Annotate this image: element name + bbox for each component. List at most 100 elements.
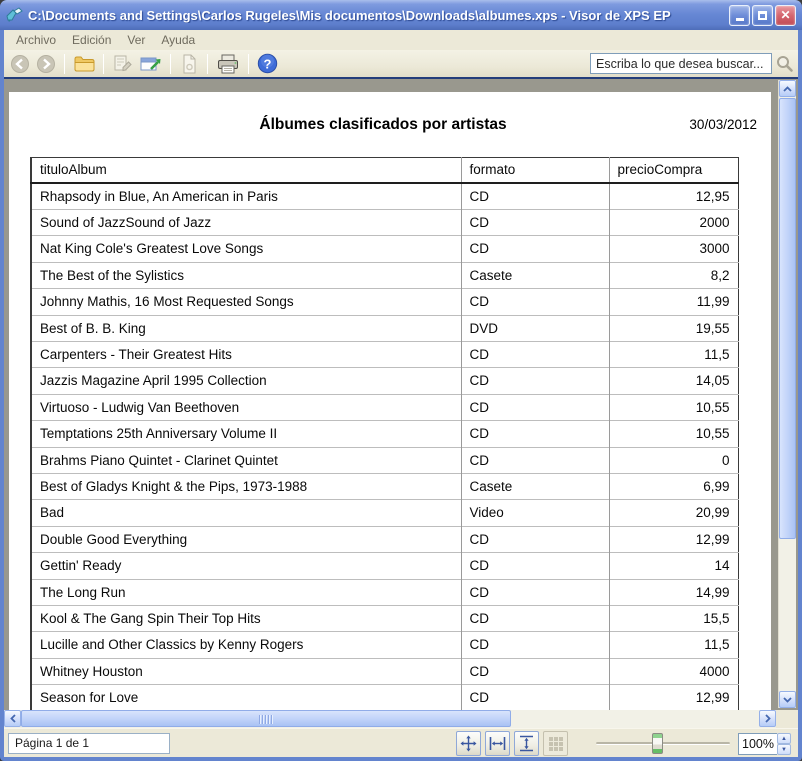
document-page: Álbumes clasificados por artistas 30/03/…	[9, 92, 771, 710]
zoom-slider-track[interactable]	[596, 742, 730, 745]
price-cell: 12,95	[609, 183, 738, 210]
album-title-cell: Season for Love	[31, 685, 461, 710]
table-row: Lucille and Other Classics by Kenny Roge…	[31, 632, 738, 658]
save-copy-button[interactable]	[71, 52, 97, 76]
thumbnails-button[interactable]	[543, 731, 568, 756]
album-title-cell: Sound of JazzSound of Jazz	[31, 209, 461, 235]
vertical-scrollbar[interactable]	[778, 80, 796, 708]
album-title-cell: Kool & The Gang Spin Their Top Hits	[31, 606, 461, 632]
format-cell: CD	[461, 289, 609, 315]
album-title-cell: The Long Run	[31, 579, 461, 605]
table-row: Gettin' ReadyCD14	[31, 553, 738, 579]
search-input[interactable]	[590, 53, 772, 74]
format-cell: DVD	[461, 315, 609, 341]
price-cell: 10,55	[609, 394, 738, 420]
menu-archivo[interactable]: Archivo	[8, 31, 64, 49]
horizontal-scrollbar[interactable]	[4, 710, 776, 728]
format-cell: CD	[461, 394, 609, 420]
document-icon	[181, 54, 198, 74]
format-cell: CD	[461, 658, 609, 684]
print-button[interactable]	[214, 52, 242, 76]
permissions-button[interactable]	[110, 52, 135, 76]
maximize-button[interactable]	[752, 5, 773, 26]
fit-page-button[interactable]	[456, 731, 481, 756]
format-cell: Video	[461, 500, 609, 526]
album-title-cell: Virtuoso - Ludwig Van Beethoven	[31, 394, 461, 420]
price-cell: 19,55	[609, 315, 738, 341]
price-cell: 0	[609, 447, 738, 473]
format-cell: CD	[461, 553, 609, 579]
scroll-down-button[interactable]	[779, 691, 796, 708]
back-button[interactable]	[8, 52, 32, 76]
document-properties-button[interactable]	[177, 52, 201, 76]
albums-table: tituloAlbum formato precioCompra Rhapsod…	[30, 157, 739, 710]
album-title-cell: Double Good Everything	[31, 526, 461, 552]
album-title-cell: Bad	[31, 500, 461, 526]
search-icon	[775, 54, 794, 73]
zoom-slider[interactable]	[596, 733, 730, 754]
zoom-level-input[interactable]	[738, 733, 777, 755]
app-icon	[6, 7, 23, 23]
table-header-row: tituloAlbum formato precioCompra	[31, 158, 738, 183]
price-cell: 2000	[609, 209, 738, 235]
menu-edicion[interactable]: Edición	[64, 31, 119, 49]
table-row: The Long RunCD14,99	[31, 579, 738, 605]
fit-width-button[interactable]	[485, 731, 510, 756]
menu-ayuda[interactable]: Ayuda	[153, 31, 203, 49]
fit-width-icon	[489, 735, 506, 752]
back-icon	[10, 54, 30, 74]
scroll-up-button[interactable]	[779, 80, 796, 97]
help-button[interactable]: ?	[255, 52, 280, 76]
vertical-scroll-thumb[interactable]	[779, 98, 796, 539]
scroll-left-button[interactable]	[4, 710, 21, 727]
chevron-left-icon	[10, 714, 16, 723]
album-title-cell: Johnny Mathis, 16 Most Requested Songs	[31, 289, 461, 315]
album-title-cell: Jazzis Magazine April 1995 Collection	[31, 368, 461, 394]
format-cell: CD	[461, 209, 609, 235]
horizontal-scrollbar-band	[4, 710, 798, 728]
thumbnails-icon	[548, 736, 564, 752]
statusbar: Página 1 de 1 ▲ ▼	[4, 728, 798, 757]
toolbar-separator	[170, 54, 171, 74]
album-title-cell: Brahms Piano Quintet - Clarinet Quintet	[31, 447, 461, 473]
table-row: Whitney HoustonCD4000	[31, 658, 738, 684]
price-cell: 11,99	[609, 289, 738, 315]
chevron-right-icon	[765, 714, 771, 723]
format-cell: CD	[461, 526, 609, 552]
zoom-increase-button[interactable]: ▲	[777, 733, 791, 744]
menu-ver[interactable]: Ver	[119, 31, 153, 49]
scroll-right-button[interactable]	[759, 710, 776, 727]
document-header: Álbumes clasificados por artistas 30/03/…	[9, 116, 757, 136]
menubar: Archivo Edición Ver Ayuda	[4, 30, 798, 50]
price-cell: 14	[609, 553, 738, 579]
table-row: Temptations 25th Anniversary Volume IICD…	[31, 421, 738, 447]
table-row: Virtuoso - Ludwig Van BeethovenCD10,55	[31, 394, 738, 420]
horizontal-scroll-thumb[interactable]	[21, 710, 511, 727]
zoom-slider-thumb[interactable]	[652, 733, 663, 754]
open-new-window-button[interactable]	[137, 52, 164, 76]
chevron-down-icon	[783, 697, 792, 703]
minimize-button[interactable]	[729, 5, 750, 26]
format-cell: Casete	[461, 473, 609, 499]
forward-button[interactable]	[34, 52, 58, 76]
window-title: C:\Documents and Settings\Carlos Rugeles…	[28, 8, 724, 23]
table-row: Rhapsody in Blue, An American in ParisCD…	[31, 183, 738, 210]
album-title-cell: Whitney Houston	[31, 658, 461, 684]
format-cell: CD	[461, 421, 609, 447]
table-row: BadVideo20,99	[31, 500, 738, 526]
zoom-decrease-button[interactable]: ▼	[777, 744, 791, 755]
print-icon	[216, 54, 240, 74]
toolbar: ?	[4, 50, 798, 79]
price-cell: 11,5	[609, 632, 738, 658]
page-indicator: Página 1 de 1	[8, 733, 170, 754]
price-cell: 3000	[609, 236, 738, 262]
close-button[interactable]: ✕	[775, 5, 796, 26]
format-cell: CD	[461, 447, 609, 473]
fit-height-button[interactable]	[514, 731, 539, 756]
price-cell: 10,55	[609, 421, 738, 447]
table-row: Brahms Piano Quintet - Clarinet QuintetC…	[31, 447, 738, 473]
close-icon: ✕	[780, 8, 790, 22]
format-cell: CD	[461, 183, 609, 210]
format-cell: CD	[461, 685, 609, 710]
album-title-cell: Best of B. B. King	[31, 315, 461, 341]
